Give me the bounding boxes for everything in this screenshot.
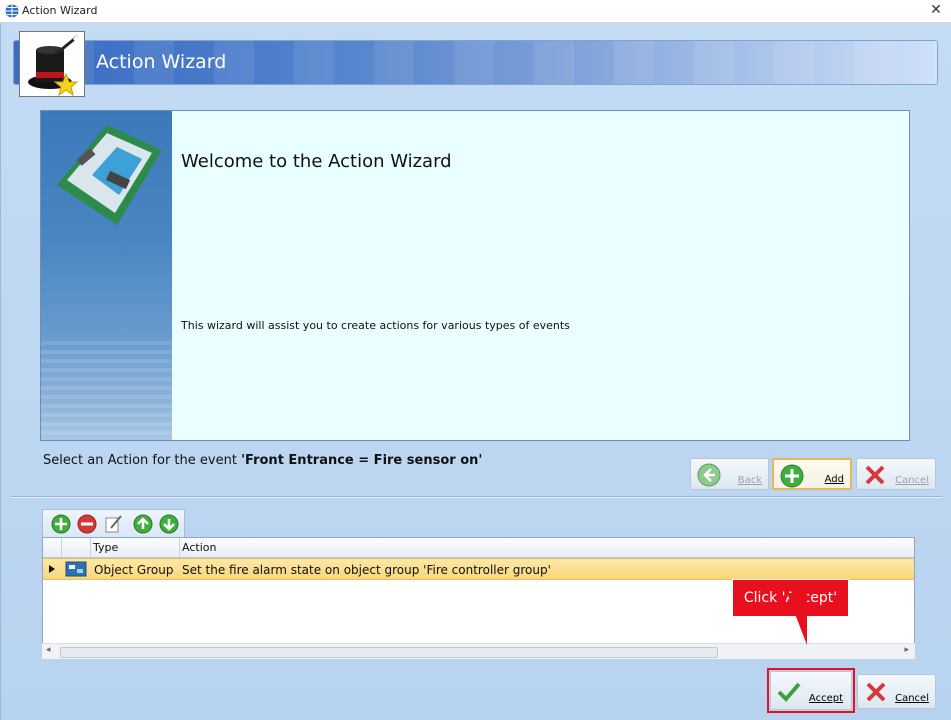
table-row[interactable]: Object Group Set the fire alarm state on…: [43, 558, 914, 580]
column-header-action[interactable]: Action: [182, 541, 216, 554]
edit-icon[interactable]: [103, 514, 123, 534]
add-button[interactable]: Add: [772, 458, 852, 490]
wizard-client-area: Action Wizard Welcome to the Action Wiza…: [0, 23, 951, 720]
cancel-button[interactable]: Cancel: [857, 674, 936, 709]
cancel-x-icon: [866, 682, 886, 702]
scroll-thumb[interactable]: [60, 647, 718, 658]
cancel-label: Cancel: [895, 693, 929, 704]
add-label: Add: [824, 474, 844, 485]
remove-icon[interactable]: [77, 514, 97, 534]
event-name: 'Front Entrance = Fire sensor on': [241, 453, 483, 468]
cancel-x-icon: [865, 465, 885, 485]
wizard-nav-group: Back Add Cancel: [690, 456, 937, 492]
header-banner: Action Wizard: [13, 40, 938, 85]
add-circle-icon: [780, 464, 804, 488]
row-type: Object Group: [94, 563, 174, 577]
move-down-icon[interactable]: [159, 514, 179, 534]
cancel-nav-button[interactable]: Cancel: [856, 458, 936, 490]
controller-board-image: [57, 125, 162, 225]
back-arrow-icon: [697, 463, 721, 487]
action-toolbar: [42, 509, 185, 537]
window-title: Action Wizard: [22, 4, 98, 17]
grid-header: Type Action: [43, 538, 914, 558]
back-label: Back: [737, 475, 762, 486]
move-up-icon[interactable]: [133, 514, 153, 534]
title-bar: Action Wizard ✕: [0, 0, 951, 23]
column-header-type[interactable]: Type: [93, 541, 118, 554]
accept-highlight-box: [767, 668, 855, 713]
row-pointer-icon: [49, 565, 55, 573]
controller-image-strip: [41, 111, 172, 440]
section-divider: [11, 496, 942, 498]
event-prompt-prefix: Select an Action for the event: [43, 453, 242, 468]
row-action: Set the fire alarm state on object group…: [182, 563, 551, 577]
scroll-right-icon[interactable]: ▸: [904, 645, 909, 655]
welcome-panel: Welcome to the Action Wizard This wizard…: [40, 110, 910, 441]
add-icon[interactable]: [51, 514, 71, 534]
wizard-description: This wizard will assist you to create ac…: [181, 319, 570, 332]
object-group-icon: [65, 561, 87, 577]
banner-title: Action Wizard: [96, 51, 227, 73]
magic-hat-icon: [19, 31, 85, 97]
scroll-left-icon[interactable]: ◂: [46, 645, 51, 655]
app-globe-icon: [5, 4, 19, 18]
event-prompt: Select an Action for the event 'Front En…: [43, 453, 482, 468]
cancel-nav-label: Cancel: [895, 475, 929, 486]
callout-pointer-icon: [787, 593, 807, 645]
welcome-heading: Welcome to the Action Wizard: [181, 151, 452, 172]
back-button[interactable]: Back: [690, 458, 769, 490]
close-window-button[interactable]: ✕: [927, 2, 945, 18]
